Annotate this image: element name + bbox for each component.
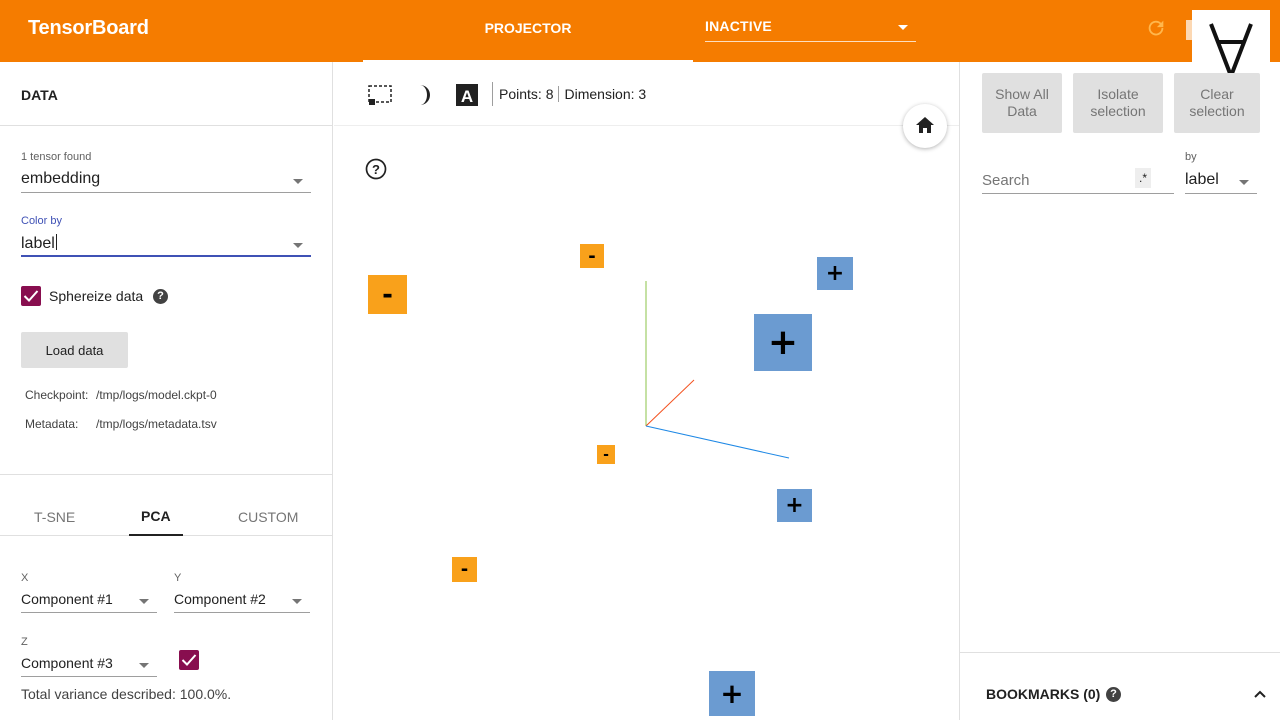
regex-toggle[interactable]: .* — [1135, 168, 1151, 188]
z-component-value: Component #3 — [21, 655, 113, 671]
tab-tsne[interactable]: T-SNE — [34, 509, 75, 525]
search-by-select[interactable]: label — [1185, 168, 1257, 194]
checkpoint-key: Checkpoint: — [25, 388, 89, 402]
selection-icon[interactable] — [367, 82, 393, 108]
chevron-down-icon — [293, 179, 303, 184]
chevron-down-icon — [139, 599, 149, 604]
checkpoint-row: Checkpoint: /tmp/logs/model.ckpt-0 — [25, 388, 217, 402]
z-axis-label: Z — [21, 636, 28, 648]
z-enable-checkbox[interactable] — [179, 650, 199, 670]
variance-text: Total variance described: 100.0%. — [21, 686, 232, 702]
projector-toolbar: A Points: 8 Dimension: 3 — [334, 62, 959, 126]
clear-selection-button[interactable]: Clear selection — [1174, 73, 1260, 133]
x-component-value: Component #1 — [21, 591, 113, 607]
point-negative[interactable]: - — [597, 445, 615, 464]
x-axis-label: X — [21, 572, 29, 584]
app-title: TensorBoard — [28, 17, 149, 39]
point-negative[interactable]: - — [452, 557, 477, 582]
labels-icon[interactable]: A — [454, 82, 480, 108]
text-cursor — [55, 234, 57, 250]
toolbar-divider — [492, 82, 493, 106]
tensor-select-value: embedding — [21, 170, 101, 187]
reload-icon[interactable] — [1145, 17, 1167, 39]
load-data-button[interactable]: Load data — [21, 332, 128, 368]
help-icon[interactable]: ? — [153, 289, 168, 304]
svg-text:A: A — [461, 87, 473, 106]
dimension-count: Dimension: 3 — [564, 86, 647, 102]
data-panel: DATA 1 tensor found embedding Color by l… — [0, 62, 333, 720]
tab-pca[interactable]: PCA — [141, 508, 171, 524]
point-positive[interactable]: + — [817, 257, 853, 290]
projection-tabs: T-SNE PCA CUSTOM — [0, 474, 333, 536]
tab-projector[interactable]: PROJECTOR — [363, 0, 693, 62]
chevron-up-icon[interactable] — [1253, 689, 1267, 699]
data-panel-header: DATA — [0, 62, 333, 126]
point-positive[interactable]: + — [709, 671, 755, 716]
chevron-down-icon — [1239, 180, 1249, 185]
color-by-value: label — [21, 235, 55, 252]
metadata-key: Metadata: — [25, 417, 79, 431]
stats-divider — [558, 86, 560, 102]
point-negative[interactable]: - — [368, 275, 407, 314]
checkmark-icon — [23, 290, 39, 302]
points-count: Points: 8 — [499, 86, 554, 102]
tab-custom[interactable]: CUSTOM — [238, 509, 298, 525]
color-by-label: Color by — [21, 215, 62, 227]
chevron-down-icon — [898, 25, 908, 30]
checkpoint-value: /tmp/logs/model.ckpt-0 — [96, 388, 217, 402]
color-by-value-wrap: label — [21, 234, 57, 253]
top-bar: TensorBoard PROJECTOR INACTIVE — [0, 0, 1280, 62]
show-all-data-button[interactable]: Show All Data — [982, 73, 1062, 133]
bookmarks-panel[interactable]: BOOKMARKS (0) ? — [960, 652, 1280, 720]
color-by-select[interactable]: label — [21, 231, 311, 257]
axes-gizmo — [645, 281, 790, 459]
y-axis-label: Y — [174, 572, 182, 584]
tensor-count-label: 1 tensor found — [21, 151, 92, 163]
sphereize-label: Sphereize data — [49, 288, 144, 304]
chevron-down-icon — [293, 243, 303, 248]
search-by-label: by — [1185, 151, 1197, 163]
isolate-selection-button[interactable]: Isolate selection — [1073, 73, 1163, 133]
data-panel-title: DATA — [21, 87, 58, 103]
run-selector[interactable]: INACTIVE — [705, 18, 916, 42]
sphereize-checkbox[interactable] — [21, 286, 41, 306]
y-component-value: Component #2 — [174, 591, 266, 607]
tensor-select[interactable]: embedding — [21, 167, 311, 193]
point-stats: Points: 8 Dimension: 3 — [499, 86, 646, 102]
metadata-row: Metadata: /tmp/logs/metadata.tsv — [25, 417, 217, 431]
tab-pca-indicator — [129, 534, 183, 536]
bookmarks-title: BOOKMARKS (0) — [986, 686, 1101, 702]
checkmark-icon — [181, 654, 197, 666]
y-component-select[interactable]: Component #2 — [174, 587, 310, 613]
inspector-panel: Show All Data Isolate selection Clear se… — [959, 62, 1280, 720]
night-mode-icon[interactable] — [411, 82, 437, 108]
run-selector-value: INACTIVE — [705, 18, 772, 34]
tab-projector-label: PROJECTOR — [484, 20, 572, 36]
z-component-select[interactable]: Component #3 — [21, 651, 157, 677]
chevron-down-icon — [292, 599, 302, 604]
point-positive[interactable]: + — [777, 489, 812, 522]
projector-scene[interactable]: - - + + - + - + — [334, 126, 959, 720]
help-icon[interactable]: ? — [1106, 687, 1121, 702]
x-component-select[interactable]: Component #1 — [21, 587, 157, 613]
metadata-value: /tmp/logs/metadata.tsv — [96, 417, 217, 431]
chevron-down-icon — [139, 663, 149, 668]
search-by-value: label — [1185, 171, 1219, 188]
point-negative[interactable]: - — [580, 244, 604, 268]
point-positive[interactable]: + — [754, 314, 812, 371]
search-placeholder: Search — [982, 172, 1030, 189]
